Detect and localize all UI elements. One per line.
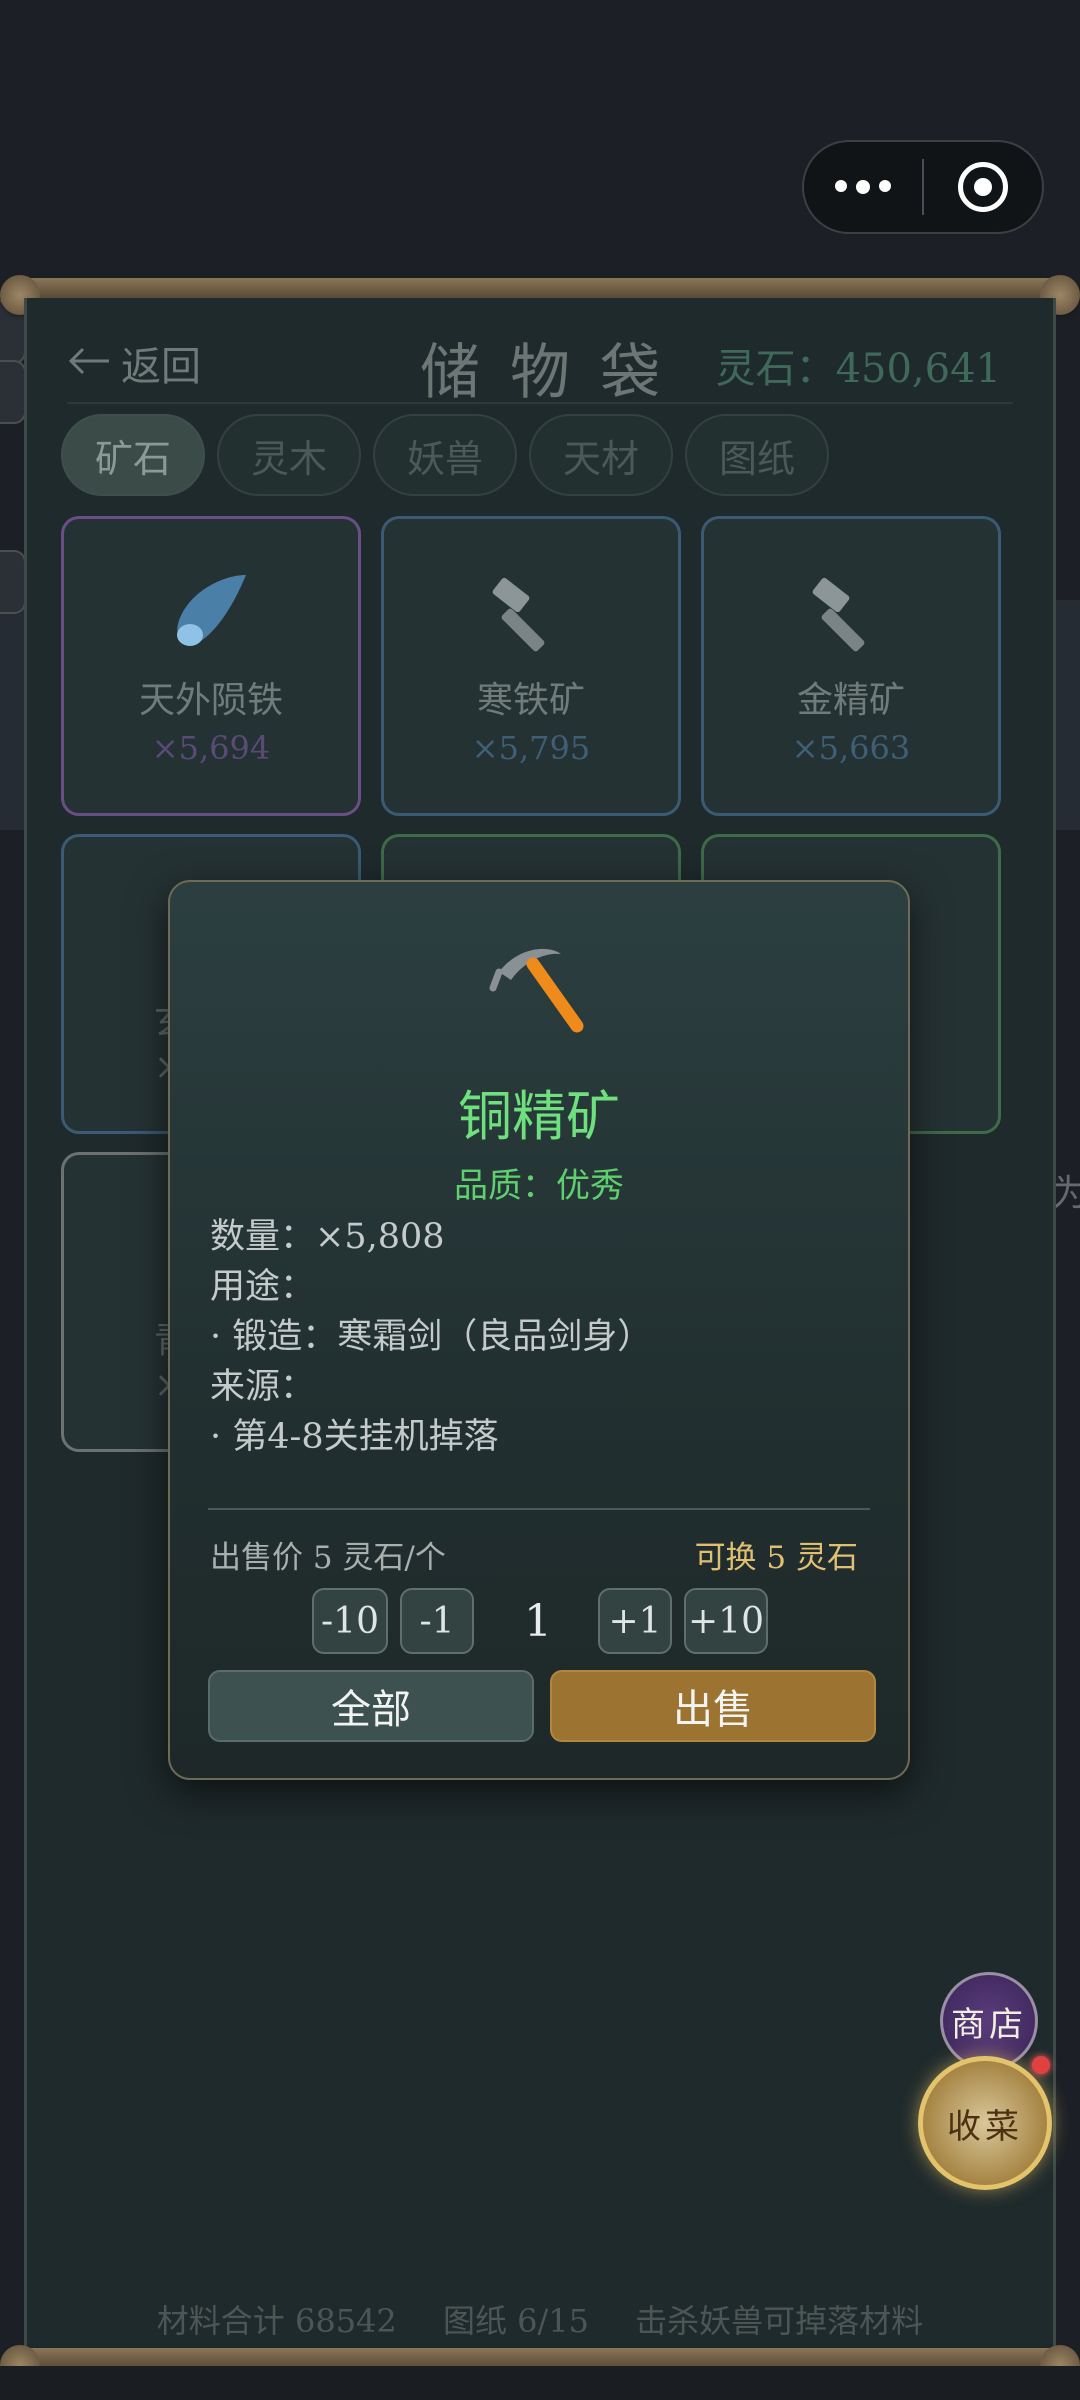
plus-1-button[interactable]: +1 bbox=[598, 1588, 672, 1654]
plus-10-button[interactable]: +10 bbox=[684, 1588, 768, 1654]
notification-dot bbox=[1032, 2056, 1050, 2074]
quantity-stepper: -10 -1 1 +1 +10 bbox=[170, 1588, 908, 1654]
sell-price: 出售价 5 灵石/个 bbox=[210, 1540, 446, 1576]
item-info: 数量：×5,808 用途： · 锻造：寒霜剑（良品剑身） 来源： · 第4-8关… bbox=[210, 1212, 652, 1462]
meteor-icon bbox=[64, 569, 358, 659]
background-pill bbox=[0, 550, 26, 614]
mini-program-capsule bbox=[802, 140, 1044, 234]
hammer-icon bbox=[384, 569, 678, 659]
tab-ore[interactable]: 矿石 bbox=[61, 414, 205, 496]
usage-label: 用途： bbox=[210, 1267, 316, 1307]
minus-10-button[interactable]: -10 bbox=[312, 1588, 388, 1654]
usage-item: · 锻造：寒霜剑（良品剑身） bbox=[210, 1317, 653, 1357]
panel-footer: 材料合计 68542 图纸 6/15 击杀妖兽可掉落材料 bbox=[27, 2296, 1053, 2342]
minus-1-button[interactable]: -1 bbox=[400, 1588, 474, 1654]
source-label: 来源： bbox=[210, 1367, 316, 1407]
select-all-button[interactable]: 全部 bbox=[208, 1670, 534, 1742]
item-detail-modal: 铜精矿 品质：优秀 数量：×5,808 用途： · 锻造：寒霜剑（良品剑身） 来… bbox=[168, 880, 910, 1780]
item-count: ×5,663 bbox=[791, 729, 911, 767]
tab-blueprint[interactable]: 图纸 bbox=[685, 414, 829, 496]
item-card[interactable]: 寒铁矿 ×5,795 bbox=[381, 516, 681, 816]
tab-beast[interactable]: 妖兽 bbox=[373, 414, 517, 496]
tab-treasure[interactable]: 天材 bbox=[529, 414, 673, 496]
more-icon[interactable] bbox=[804, 180, 922, 194]
item-detail-name: 铜精矿 bbox=[458, 1085, 620, 1148]
item-name: 天外陨铁 bbox=[138, 680, 283, 721]
close-target-icon[interactable] bbox=[924, 162, 1042, 212]
exchange-value: 可换 5 灵石 bbox=[694, 1540, 858, 1576]
collect-button[interactable]: 收菜 bbox=[918, 2056, 1052, 2190]
header-divider bbox=[67, 402, 1013, 404]
item-card[interactable]: 金精矿 ×5,663 bbox=[701, 516, 1001, 816]
blueprint-progress: 图纸 6/15 bbox=[442, 2302, 589, 2340]
panel-header: 返回 储物袋 灵石：450,641 bbox=[27, 298, 1053, 408]
source-item: · 第4-8关挂机掉落 bbox=[210, 1417, 499, 1457]
tab-spirit-wood[interactable]: 灵木 bbox=[217, 414, 361, 496]
item-count: ×5,694 bbox=[151, 729, 271, 767]
pickaxe-icon bbox=[170, 940, 908, 1040]
item-quantity: 数量：×5,808 bbox=[210, 1217, 445, 1257]
materials-total: 材料合计 68542 bbox=[156, 2302, 397, 2340]
footer-hint: 击杀妖兽可掉落材料 bbox=[635, 2302, 924, 2340]
sell-button[interactable]: 出售 bbox=[550, 1670, 876, 1742]
background-pill bbox=[0, 360, 26, 424]
category-tabs: 矿石 灵木 妖兽 天材 图纸 bbox=[61, 414, 829, 496]
item-name: 寒铁矿 bbox=[476, 680, 585, 721]
modal-divider bbox=[208, 1508, 870, 1510]
item-quality: 品质：优秀 bbox=[454, 1166, 624, 1206]
item-card[interactable]: 天外陨铁 ×5,694 bbox=[61, 516, 361, 816]
spirit-stone-balance: 灵石：450,641 bbox=[715, 346, 1001, 392]
quantity-value[interactable]: 1 bbox=[488, 1588, 588, 1654]
item-count: ×5,795 bbox=[471, 729, 591, 767]
background-text: 为 bbox=[1052, 1173, 1080, 1214]
bottom-bar bbox=[0, 2366, 1080, 2400]
item-name: 金精矿 bbox=[796, 680, 905, 721]
hammer-icon bbox=[704, 569, 998, 659]
